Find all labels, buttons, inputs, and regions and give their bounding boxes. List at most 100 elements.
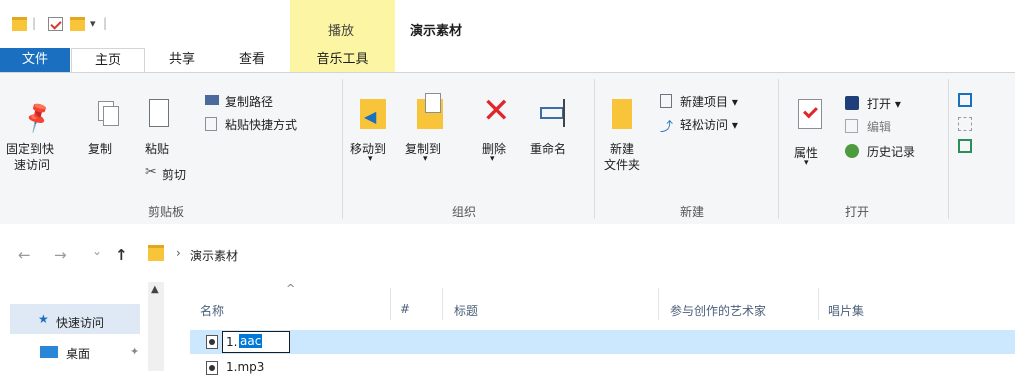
ribbon-separator: [948, 79, 949, 219]
tab-view[interactable]: 查看: [222, 48, 282, 72]
easy-access-button[interactable]: ⤴ 轻松访问 ▾: [660, 116, 775, 135]
copy-path-button[interactable]: 复制路径: [205, 93, 335, 111]
cut-label: 剪切: [162, 168, 187, 182]
properties-button[interactable]: 属性 ▾: [790, 73, 830, 183]
copy-button[interactable]: 复制: [86, 73, 122, 163]
rename-prefix: 1.: [226, 335, 238, 349]
column-separator[interactable]: [442, 288, 443, 320]
file-name[interactable]: 1.mp3: [226, 360, 264, 374]
edit-label: 编辑: [867, 120, 892, 134]
ribbon: 📌 固定到快 速访问 复制 粘贴 复制路径 粘贴快捷方式 ✂ 剪切 剪贴板 ◀ …: [0, 72, 1015, 226]
delete-button[interactable]: ✕ 删除 ▾: [478, 73, 518, 183]
edit-icon: [845, 119, 858, 133]
tab-share[interactable]: 共享: [152, 48, 212, 72]
history-button[interactable]: 历史记录: [845, 143, 940, 161]
paste-shortcut-button[interactable]: 粘贴快捷方式: [205, 116, 335, 134]
column-number[interactable]: #: [400, 302, 410, 316]
scroll-up-icon[interactable]: ▲: [151, 284, 159, 295]
open-button[interactable]: 打开 ▾: [845, 95, 940, 113]
new-item-icon: [660, 94, 672, 108]
column-album[interactable]: 唱片集: [828, 302, 864, 319]
easy-access-icon: ⤴: [660, 120, 674, 135]
paste-label: 粘贴: [145, 142, 170, 156]
copy-path-label: 复制路径: [225, 95, 274, 109]
easy-access-label: 轻松访问 ▾: [680, 118, 738, 132]
qat-customize-icon[interactable]: ▾: [90, 17, 96, 30]
new-folder-label-2: 文件夹: [604, 158, 641, 172]
up-button[interactable]: ↑: [115, 246, 128, 264]
dropdown-icon: ▾: [804, 158, 809, 168]
move-to-button[interactable]: ◀ 移动到 ▾: [350, 73, 400, 183]
new-folder-icon: [612, 99, 632, 129]
open-group-label: 打开: [845, 205, 870, 219]
back-button[interactable]: ←: [18, 246, 31, 264]
ribbon-separator: [594, 79, 595, 219]
select-all-icon[interactable]: [958, 93, 972, 107]
table-row[interactable]: [190, 330, 1015, 354]
text-cursor-icon: [563, 99, 565, 127]
tab-home[interactable]: 主页: [71, 48, 145, 74]
select-none-icon[interactable]: [958, 117, 972, 131]
folder-icon: [148, 245, 164, 261]
rename-selected-text: aac: [239, 334, 263, 348]
column-separator[interactable]: [390, 288, 391, 320]
rename-button[interactable]: 重命名: [530, 73, 582, 163]
paste-shortcut-label: 粘贴快捷方式: [225, 118, 298, 132]
audio-file-icon: [206, 361, 218, 375]
delete-x-icon: ✕: [482, 91, 511, 131]
breadcrumb[interactable]: 演示素材: [190, 247, 238, 264]
qat-divider: |: [103, 16, 108, 30]
new-group-label: 新建: [680, 205, 705, 219]
new-folder-label: 新建: [610, 142, 635, 156]
qat-divider: |: [32, 16, 37, 30]
context-tab-group-label: 播放: [328, 24, 355, 39]
history-icon: [845, 144, 859, 158]
star-icon: ★: [38, 312, 49, 326]
invert-selection-icon[interactable]: [958, 139, 972, 153]
audio-file-icon: [206, 335, 218, 349]
title-bar: | ▾ | 播放 演示素材: [0, 0, 1015, 48]
column-name[interactable]: 名称: [200, 302, 224, 319]
tab-file[interactable]: 文件: [0, 48, 70, 72]
organize-group-label: 组织: [452, 205, 477, 219]
copy-to-doc-icon: [425, 93, 441, 113]
column-contributing-artists[interactable]: 参与创作的艺术家: [670, 302, 766, 319]
pin-label: 固定到快: [6, 142, 55, 156]
copy-label: 复制: [88, 142, 113, 156]
new-folder-button[interactable]: 新建 文件夹: [600, 73, 648, 183]
nav-item-quick-access[interactable]: 快速访问: [56, 314, 104, 331]
nav-item-desktop[interactable]: 桌面: [66, 345, 90, 362]
dropdown-icon: ▾: [423, 154, 428, 164]
pin-label-2: 速访问: [14, 158, 51, 172]
window-title: 演示素材: [410, 24, 463, 39]
copy-path-icon: [205, 95, 219, 105]
ribbon-separator: [778, 79, 779, 219]
open-label: 打开 ▾: [867, 97, 901, 111]
rename-input[interactable]: 1. aac: [222, 331, 290, 353]
tab-music-tools[interactable]: 音乐工具: [290, 48, 395, 72]
nav-pane-scrollbar[interactable]: [148, 282, 164, 371]
paste-icon: [149, 99, 169, 127]
sort-ascending-icon: ^: [286, 282, 296, 295]
new-folder-qat-icon[interactable]: [70, 17, 85, 31]
column-separator[interactable]: [818, 288, 819, 320]
column-separator[interactable]: [658, 288, 659, 320]
column-title[interactable]: 标题: [454, 302, 478, 319]
arrow-left-icon: ◀: [364, 107, 377, 126]
paste-button[interactable]: 粘贴: [140, 73, 180, 163]
pin-to-quick-access-button[interactable]: 📌 固定到快 速访问: [0, 73, 68, 193]
copy-to-button[interactable]: 复制到 ▾: [405, 73, 457, 183]
clipboard-group-label: 剪贴板: [148, 205, 185, 219]
rename-label: 重命名: [530, 142, 567, 156]
breadcrumb-chevron-icon: ›: [176, 246, 181, 260]
forward-button[interactable]: →: [54, 246, 67, 264]
paste-shortcut-icon: [205, 117, 217, 131]
rename-icon: [540, 107, 564, 119]
recent-locations-button[interactable]: ⌄: [92, 244, 102, 258]
edit-button[interactable]: 编辑: [845, 118, 940, 136]
properties-qat-icon[interactable]: [48, 17, 63, 31]
new-item-label: 新建项目 ▾: [680, 95, 738, 109]
ribbon-separator: [342, 79, 343, 219]
cut-button[interactable]: ✂ 剪切: [145, 164, 205, 183]
new-item-button[interactable]: 新建项目 ▾: [660, 93, 775, 111]
